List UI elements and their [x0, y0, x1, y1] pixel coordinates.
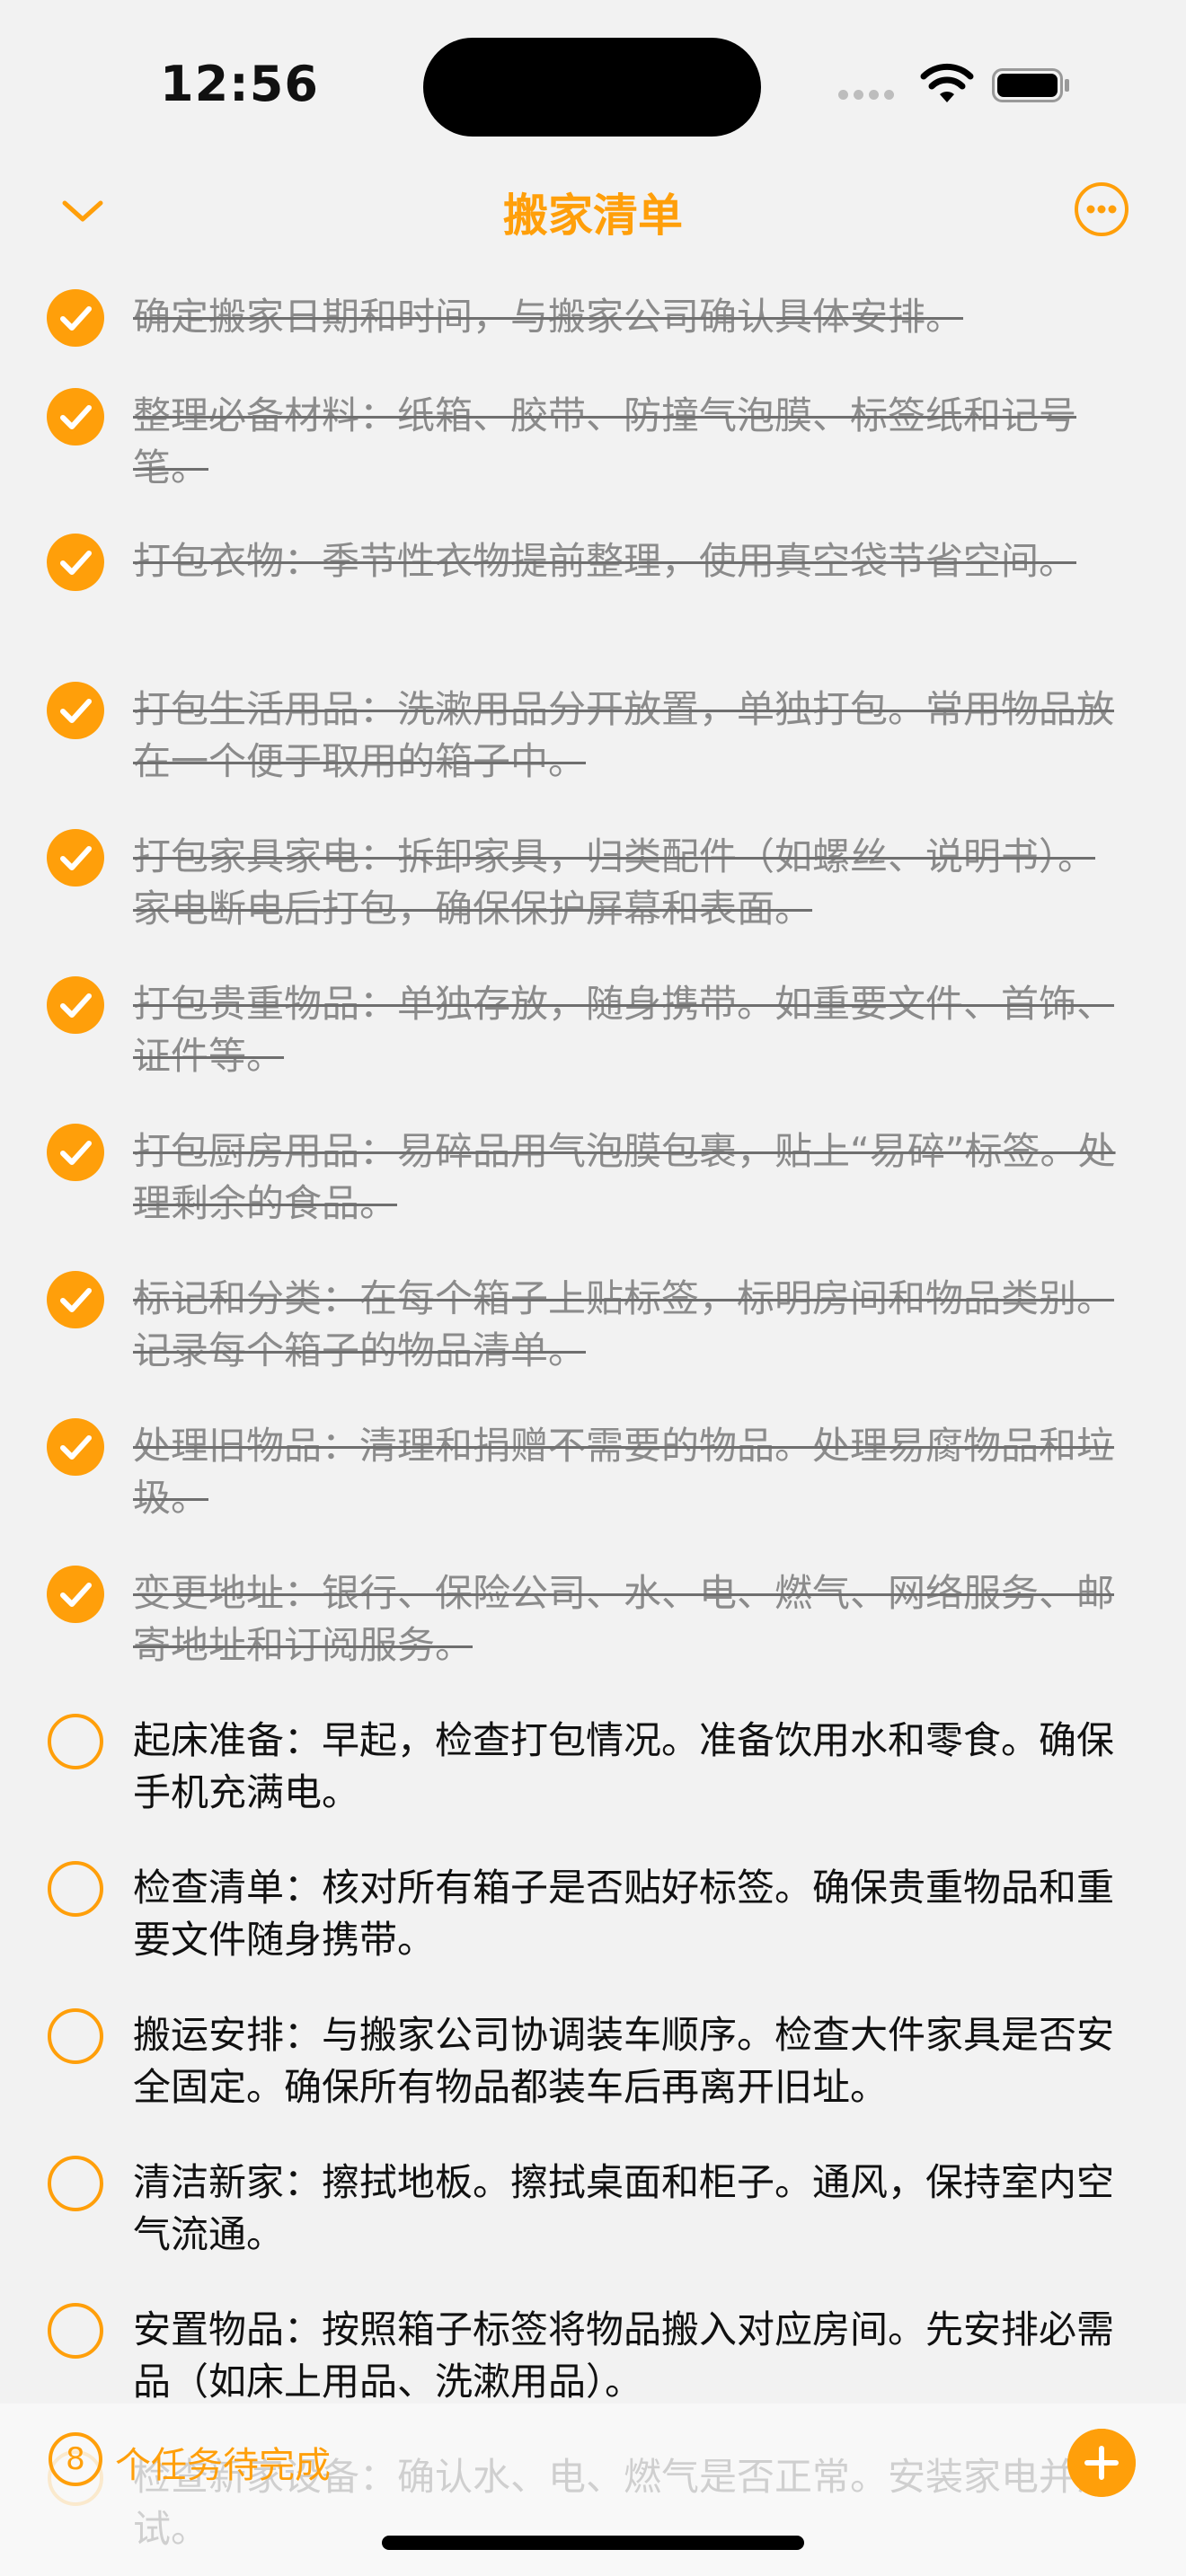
task-text: 起床准备：早起，检查打包情况。准备饮用水和零食。确保手机充满电。 — [133, 1718, 1115, 1814]
task-text: 标记和分类：在每个箱子上贴标签，标明房间和物品类别。记录每个箱子的物品清单。 — [133, 1276, 1115, 1372]
task-text: 变更地址：银行、保险公司、水、电、燃气、网络服务、邮寄地址和订阅服务。 — [133, 1571, 1115, 1667]
checkmark-circle-icon[interactable] — [47, 289, 104, 347]
checkmark-circle-icon[interactable] — [47, 976, 104, 1034]
checkmark-circle-icon[interactable] — [47, 388, 104, 446]
more-options-icon[interactable] — [1074, 181, 1129, 237]
wifi-icon — [920, 63, 974, 102]
task-text: 打包家具家电：拆卸家具，归类配件（如螺丝、说明书）。家电断电后打包，确保保护屏幕… — [133, 834, 1096, 931]
checkmark-circle-icon[interactable] — [47, 1271, 104, 1328]
dynamic-island — [423, 38, 761, 137]
task-text: 确定搬家日期和时间，与搬家公司确认具体安排。 — [133, 295, 964, 339]
status-bar: 12:56 — [0, 0, 1186, 171]
add-task-button[interactable] — [1067, 2429, 1136, 2497]
empty-circle-icon[interactable] — [47, 2155, 104, 2212]
page-title: 搬家清单 — [503, 190, 683, 242]
home-indicator — [382, 2536, 804, 2550]
navigation-bar: 搬家清单 — [0, 171, 1186, 269]
battery-icon — [992, 68, 1069, 102]
task-text: 打包衣物：季节性衣物提前整理，使用真空袋节省空间。 — [133, 539, 1077, 583]
bottom-toolbar: 8 个任务待完成 — [0, 2404, 1186, 2576]
checkmark-circle-icon[interactable] — [47, 1566, 104, 1623]
task-text: 安置物品：按照箱子标签将物品搬入对应房间。先安排必需品（如床上用品、洗漱用品）。 — [133, 2307, 1115, 2404]
task-text: 整理必备材料：纸箱、胶带、防撞气泡膜、标签纸和记号笔。 — [133, 393, 1077, 490]
task-text: 打包生活用品：洗漱用品分开放置，单独打包。常用物品放在一个便于取用的箱子中。 — [133, 687, 1115, 783]
task-text: 打包贵重物品：单独存放，随身携带。如重要文件、首饰、证件等。 — [133, 982, 1115, 1078]
checkmark-circle-icon[interactable] — [47, 829, 104, 887]
task-text: 搬运安排：与搬家公司协调装车顺序。检查大件家具是否安全固定。确保所有物品都装车后… — [133, 2013, 1115, 2109]
checkmark-circle-icon[interactable] — [47, 1418, 104, 1476]
task-text: 处理旧物品：清理和捐赠不需要的物品。处理易腐物品和垃圾。 — [133, 1424, 1115, 1520]
checkmark-circle-icon[interactable] — [47, 534, 104, 591]
pending-count-label: 个任务待完成 — [115, 2445, 331, 2486]
task-text: 清洁新家：擦拭地板。擦拭桌面和柜子。通风，保持室内空气流通。 — [133, 2160, 1115, 2256]
checkmark-circle-icon[interactable] — [47, 1124, 104, 1181]
pending-count-badge: 8 — [49, 2432, 102, 2486]
cellular-signal-icon — [838, 86, 899, 103]
task-text: 检查清单：核对所有箱子是否贴好标签。确保贵重物品和重要文件随身携带。 — [133, 1866, 1115, 1962]
task-text: 打包厨房用品：易碎品用气泡膜包裹，贴上“易碎”标签。处理剩余的食品。 — [133, 1129, 1116, 1225]
empty-circle-icon[interactable] — [47, 2302, 104, 2360]
status-time: 12:56 — [160, 56, 319, 112]
empty-circle-icon[interactable] — [47, 1860, 104, 1918]
checkmark-circle-icon[interactable] — [47, 682, 104, 739]
empty-circle-icon[interactable] — [47, 1713, 104, 1770]
empty-circle-icon[interactable] — [47, 2007, 104, 2065]
